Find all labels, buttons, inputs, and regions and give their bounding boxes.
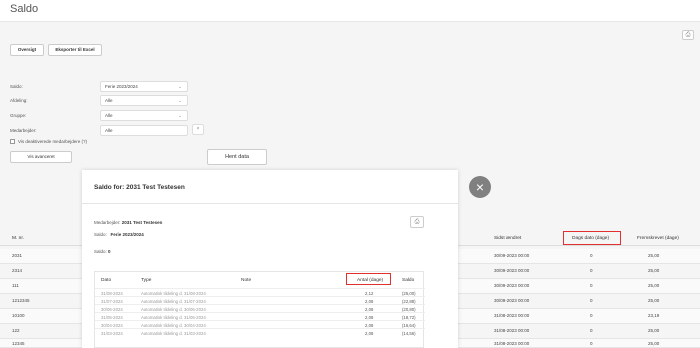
- print-icon: ⎙: [685, 32, 691, 38]
- col-mnr[interactable]: M. nr.: [12, 236, 24, 241]
- filter-label-saldo: Saldo:: [10, 84, 23, 89]
- highlight-days-date: [563, 231, 621, 245]
- modal-title: Saldo for: 2031 Test Testesen: [94, 184, 185, 191]
- filter-label-group: Gruppe:: [10, 113, 27, 118]
- close-modal-button[interactable]: ×: [469, 176, 491, 198]
- highlight-count-column: [346, 273, 391, 285]
- list-item[interactable]: 31/05-2024 Automatisk tildeling d. 31/05…: [95, 312, 425, 320]
- clear-employee-button[interactable]: ×: [192, 124, 204, 135]
- show-advanced-button[interactable]: Vis avanceret: [10, 151, 72, 163]
- saldo-modal: Saldo for: 2031 Test Testesen Medarbejde…: [82, 170, 458, 348]
- mcol-saldo[interactable]: Saldo: [402, 278, 414, 283]
- employee-input[interactable]: Alle: [100, 125, 188, 136]
- print-button[interactable]: ⎙: [682, 30, 694, 40]
- modal-saldo: Saldo: Ferie 2023/2024: [94, 232, 144, 237]
- mcol-date[interactable]: Dato: [101, 278, 111, 283]
- chevron-down-icon: ⌄: [178, 113, 182, 118]
- modal-balance: Saldo: 0: [94, 249, 111, 254]
- modal-header: Saldo for: 2031 Test Testesen: [82, 170, 458, 204]
- list-item[interactable]: 30/04-2024 Automatisk tildeling d. 30/04…: [95, 320, 425, 328]
- fetch-data-button[interactable]: Hent data: [207, 149, 267, 165]
- col-forwarded[interactable]: Fremskrevet (dage): [637, 236, 679, 241]
- top-bar: Saldo: [0, 0, 700, 22]
- overview-button[interactable]: Oversigt: [10, 44, 44, 56]
- export-excel-button[interactable]: Eksporter til Excel: [48, 44, 102, 56]
- list-item[interactable]: 31/03-2024 Automatisk tildeling d. 31/03…: [95, 328, 425, 336]
- mcol-note[interactable]: Note: [241, 278, 251, 283]
- modal-employee: Medarbejder: 2031 Test Testesen: [94, 220, 163, 225]
- col-last-changed[interactable]: Sidst ændret: [494, 236, 521, 241]
- print-icon: ⎙: [414, 219, 420, 225]
- list-item[interactable]: 31/07-2024 Automatisk tildeling d. 31/07…: [95, 296, 425, 304]
- saldo-select[interactable]: Ferie 2023/2024 ⌄: [100, 81, 188, 92]
- chevron-down-icon: ⌄: [178, 84, 182, 89]
- department-select[interactable]: Alle ⌄: [100, 95, 188, 106]
- filter-label-department: Afdeling:: [10, 98, 28, 103]
- list-item[interactable]: 31/08-2024 Automatisk tildeling d. 31/08…: [95, 288, 425, 296]
- close-icon: ×: [475, 179, 485, 195]
- show-deactivated-checkbox[interactable]: [10, 139, 15, 144]
- filter-label-employee: Medarbejder:: [10, 128, 37, 133]
- list-item[interactable]: 30/06-2024 Automatisk tildeling d. 30/06…: [95, 304, 425, 312]
- show-deactivated-row[interactable]: Vis deaktiverede medarbejdere (?): [10, 139, 87, 144]
- chevron-down-icon: ⌄: [178, 98, 182, 103]
- show-deactivated-label: Vis deaktiverede medarbejdere (?): [18, 139, 87, 144]
- page-title: Saldo: [10, 3, 39, 15]
- group-select[interactable]: Alle ⌄: [100, 110, 188, 121]
- modal-print-button[interactable]: ⎙: [410, 216, 424, 228]
- mcol-type[interactable]: Type: [141, 278, 151, 283]
